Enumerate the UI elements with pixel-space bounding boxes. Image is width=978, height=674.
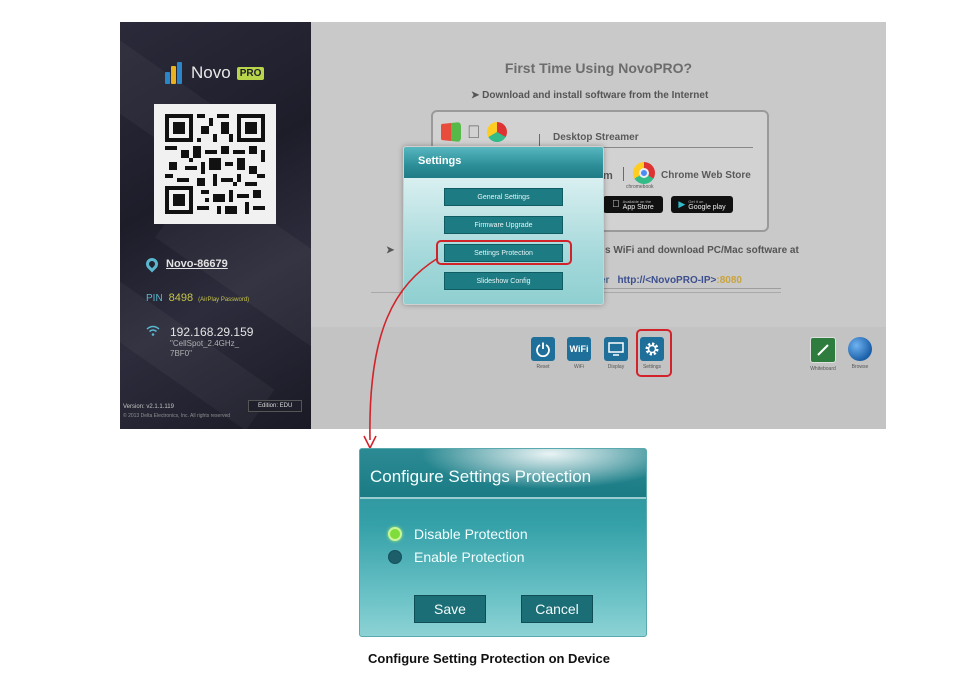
url-underline (591, 288, 781, 289)
dialog-title: Configure Settings Protection (370, 467, 592, 486)
divider (623, 167, 624, 181)
wifi-icon (146, 325, 160, 359)
info-panel: Novo PRO Novo-86679 PIN 8498 (AirPlay Pa… (120, 22, 311, 429)
display-button[interactable]: Display (603, 337, 629, 370)
logo-pro-badge: PRO (236, 66, 265, 80)
ssid: "CellSpot_2.4GHz_ 7BF0" (170, 339, 240, 358)
device-url: http://<NovoPRO-IP> (617, 275, 717, 286)
globe-icon (848, 337, 872, 361)
novo-logo-icon (165, 62, 185, 84)
chrome-icon (633, 162, 655, 184)
google-play-label: Google play (688, 203, 726, 211)
pin-row: PIN 8498 (AirPlay Password) (146, 292, 249, 304)
device-name-row: Novo-86679 (143, 255, 228, 273)
google-play-badge[interactable]: ▶ Get it on Google play (671, 196, 733, 213)
protection-dialog: Configure Settings Protection Disable Pr… (359, 448, 647, 637)
chrome-web-store-label: Chrome Web Store (661, 170, 751, 181)
novo-logo: Novo PRO (165, 62, 265, 84)
cancel-button[interactable]: Cancel (521, 595, 593, 623)
disable-protection-option[interactable]: Disable Protection (388, 526, 528, 542)
whiteboard-label: Whiteboard (810, 366, 836, 372)
url-row: er http://<NovoPRO-IP>:8080 (600, 275, 742, 286)
chrome-icon (486, 122, 507, 142)
version-text: Version: v2.1.1.119 (123, 404, 174, 410)
location-pin-icon (143, 255, 161, 273)
apple-icon:  (467, 122, 481, 142)
pin-note: (AirPlay Password) (198, 297, 250, 303)
slideshow-config-button[interactable]: Slideshow Config (444, 272, 563, 290)
enable-protection-label: Enable Protection (414, 549, 525, 565)
platform-icons:  (441, 122, 507, 142)
device-url-port: :8080 (716, 275, 742, 286)
wifi-icon: WiFi (567, 337, 591, 361)
logo-text: Novo (191, 63, 231, 82)
figure-caption: Configure Setting Protection on Device (368, 651, 610, 666)
toolbar (311, 327, 886, 429)
settings-popup: Settings General Settings Firmware Upgra… (403, 146, 604, 305)
browse-label: Browse (851, 364, 869, 370)
copyright-text: © 2013 Delta Electronics, Inc. All right… (123, 413, 231, 419)
step2-arrow: ➤ (386, 245, 395, 256)
app-store-label: App Store (618, 203, 654, 211)
step-wifi: s WiFi and download PC/Mac software at (605, 245, 799, 256)
device-name-link[interactable]: Novo-86679 (166, 258, 228, 270)
app-store-badge[interactable]:  Available on theApp Store (603, 196, 663, 213)
pin-label: PIN (146, 293, 163, 304)
desktop-streamer-label: Desktop Streamer (553, 132, 639, 143)
firmware-upgrade-button[interactable]: Firmware Upgrade (444, 216, 563, 234)
pin-value: 8498 (168, 292, 194, 304)
power-icon (531, 337, 555, 361)
radio-selected-icon[interactable] (388, 527, 402, 541)
chromebook-label: chromebook (626, 184, 654, 190)
dialog-divider (360, 497, 646, 499)
ip-address: 192.168.29.159 (170, 325, 254, 339)
partial-text: m (603, 170, 613, 182)
settings-popup-title: Settings (404, 147, 603, 178)
qr-code (154, 104, 276, 224)
edition-badge: Edition: EDU (248, 400, 303, 412)
whiteboard-icon (810, 337, 836, 363)
apple-icon:  (612, 199, 620, 210)
radio-unselected-icon[interactable] (388, 550, 402, 564)
windows-icon (441, 122, 461, 142)
main-title: First Time Using NovoPRO? (504, 60, 693, 76)
step-download: ➤ Download and install software from the… (471, 90, 709, 101)
protection-highlight (436, 240, 572, 265)
enable-protection-option[interactable]: Enable Protection (388, 549, 525, 565)
display-icon (604, 337, 628, 361)
save-button[interactable]: Save (414, 595, 486, 623)
whiteboard-button[interactable]: Whiteboard (810, 337, 836, 372)
disable-protection-label: Disable Protection (414, 526, 528, 542)
display-label: Display (607, 364, 625, 370)
settings-highlight (636, 329, 672, 377)
reset-label: Reset (536, 364, 550, 370)
browse-button[interactable]: Browse (847, 337, 873, 370)
play-icon: ▶ (678, 199, 686, 209)
wifi-button[interactable]: WiFi WiFi (566, 337, 592, 370)
network-row: 192.168.29.159 "CellSpot_2.4GHz_ 7BF0" (146, 325, 253, 359)
wifi-label: WiFi (574, 364, 584, 370)
general-settings-button[interactable]: General Settings (444, 188, 563, 206)
reset-button[interactable]: Reset (530, 337, 556, 370)
qr-code-image (165, 114, 265, 214)
